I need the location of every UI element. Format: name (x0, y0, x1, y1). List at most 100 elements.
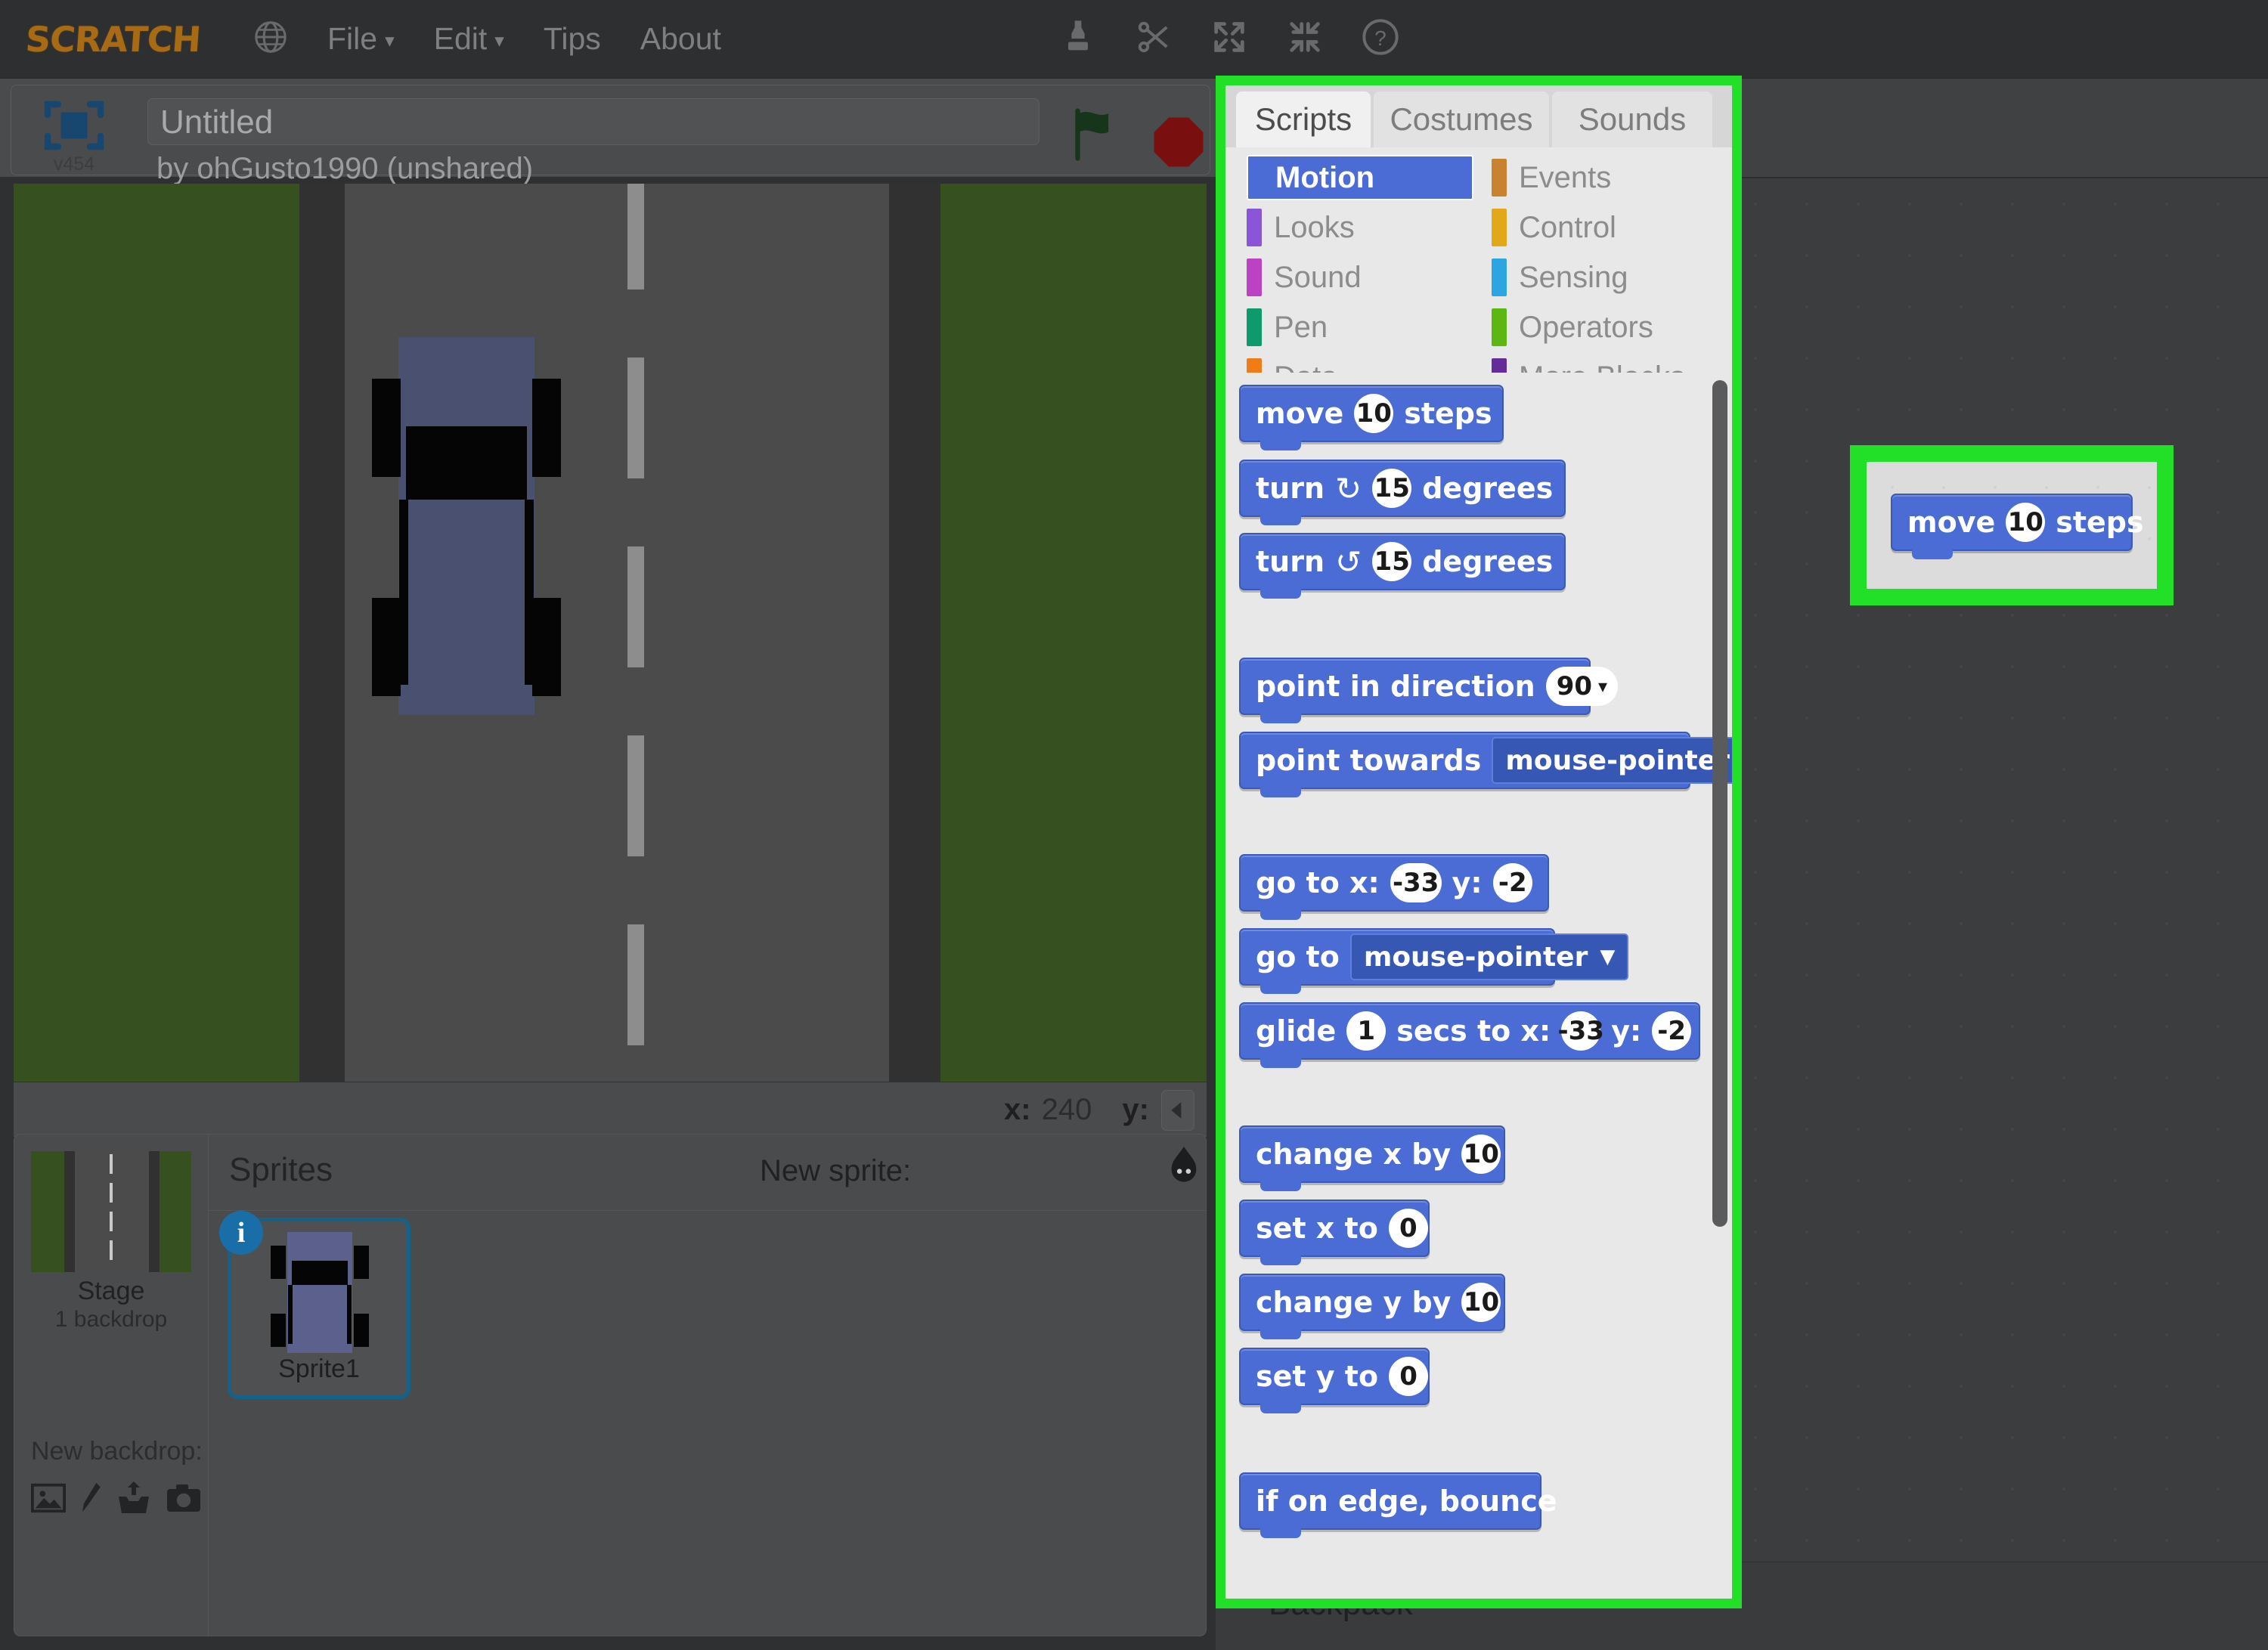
script-block-move-steps[interactable]: move 10 steps (1891, 494, 2144, 559)
palette-block-turn-right-degrees[interactable]: turn ↻ 15 degrees (1239, 460, 1566, 525)
menu-item-edit[interactable]: Edit ▾ (434, 21, 504, 57)
menu-item-tips[interactable]: Tips (544, 21, 601, 57)
tab-sounds[interactable]: Sounds (1552, 91, 1712, 147)
help-icon[interactable]: ? (1361, 17, 1400, 60)
lane-dash (627, 735, 644, 856)
green-flag-icon[interactable] (1070, 108, 1133, 165)
sprite-car[interactable] (372, 337, 561, 715)
chevron-down-icon: ▾ (1598, 676, 1608, 697)
block-select-value: mouse-pointer (1505, 745, 1730, 776)
block-label: move (1907, 506, 1996, 539)
block-label: go to (1256, 940, 1340, 974)
palette-block-change-x-by[interactable]: change x by 10 (1239, 1125, 1505, 1191)
stage-coordinate-readout: x: 240 y: 53 (14, 1082, 1207, 1137)
palette-block-set-x-to[interactable]: set x to 0 (1239, 1200, 1430, 1265)
block-number-input[interactable]: 15 (1372, 542, 1412, 581)
category-sound[interactable]: Sound (1247, 255, 1362, 300)
collapse-arrow-icon[interactable] (1161, 1090, 1194, 1131)
block-number-input[interactable]: 0 (1388, 1209, 1428, 1248)
top-menu-bar: SCRATCH File ▾ Edit ▾ Tips About ? (0, 0, 2268, 79)
block-label: glide (1256, 1014, 1337, 1048)
palette-block-glide-secs-to-xy[interactable]: glide 1 secs to x: -33 y: -2 (1239, 1002, 1700, 1068)
block-select-input[interactable]: mouse-pointer▼ (1349, 933, 1629, 980)
stage-thumbnail[interactable]: Stage 1 backdrop (31, 1151, 191, 1332)
palette-block-go-to-xy[interactable]: go to x: -33 y: -2 (1239, 854, 1549, 920)
category-pen-label: Pen (1274, 310, 1328, 344)
block-number-input[interactable]: 15 (1372, 469, 1412, 508)
palette-block-change-y-by[interactable]: change y by 10 (1239, 1274, 1505, 1339)
block-label: secs to x: (1396, 1014, 1551, 1048)
palette-block-go-to-target[interactable]: go to mouse-pointer ▼ (1239, 928, 1629, 994)
block-label: y: (1452, 866, 1483, 899)
category-pen[interactable]: Pen (1247, 305, 1328, 350)
block-number-input[interactable]: -33 (1390, 863, 1442, 902)
palette-scrollbar[interactable] (1712, 380, 1727, 1227)
category-operators-label: Operators (1519, 310, 1653, 344)
palette-block-if-on-edge-bounce[interactable]: if on edge, bounce (1239, 1472, 1557, 1538)
palette-block-move-steps[interactable]: move 10 steps (1239, 385, 1504, 450)
lane-dash (627, 358, 644, 478)
block-number-input[interactable]: -2 (1652, 1011, 1692, 1051)
turn-arrow-icon: ↻ (1335, 469, 1362, 507)
choose-sprite-icon[interactable] (1164, 1147, 1204, 1193)
block-number-input[interactable]: -2 (1492, 863, 1532, 902)
duplicate-stamp-icon[interactable] (1058, 17, 1098, 60)
block-notch (1260, 515, 1301, 525)
category-events-label: Events (1519, 160, 1612, 194)
block-number-input[interactable]: 10 (1354, 394, 1394, 433)
tab-scripts[interactable]: Scripts (1236, 91, 1371, 147)
block-number-input[interactable]: 10 (1461, 1283, 1501, 1322)
category-color-swatch (1492, 258, 1507, 296)
project-title-input[interactable]: Untitled (147, 98, 1040, 145)
globe-icon[interactable] (253, 20, 288, 58)
dragged-block-area[interactable]: move 10 steps (1867, 462, 2157, 589)
palette-block-point-towards[interactable]: point towards mouse-pointer▼ (1239, 732, 1732, 797)
upload-backdrop-icon[interactable] (116, 1481, 152, 1518)
sprite-list-item-sprite1[interactable]: i Sprite1 (219, 1211, 411, 1399)
palette-block-set-y-to[interactable]: set y to 0 (1239, 1348, 1430, 1413)
sprites-title: Sprites (229, 1151, 333, 1188)
category-color-swatch (1492, 308, 1507, 346)
palette-block-point-in-direction[interactable]: point in direction 90 ▾ (1239, 658, 1619, 723)
block-notch (1260, 1255, 1301, 1265)
menu-item-about-label: About (640, 21, 721, 56)
lane-dash (627, 546, 644, 667)
category-motion[interactable]: Motion (1247, 155, 1473, 200)
block-number-input[interactable]: 1 (1346, 1011, 1387, 1051)
shrink-icon[interactable] (1285, 17, 1325, 60)
menu-item-about[interactable]: About (640, 21, 721, 57)
palette-block-turn-left-degrees[interactable]: turn ↺ 15 degrees (1239, 533, 1566, 599)
tab-costumes[interactable]: Costumes (1374, 91, 1549, 147)
sprite-info-badge[interactable]: i (219, 1211, 263, 1255)
menu-item-tips-label: Tips (543, 21, 601, 56)
block-dropdown-input[interactable]: 90 ▾ (1545, 667, 1619, 706)
block-label: steps (2056, 506, 2144, 539)
stage[interactable] (14, 184, 1207, 1082)
category-sensing[interactable]: Sensing (1492, 255, 1628, 300)
category-control[interactable]: Control (1492, 205, 1616, 250)
category-looks[interactable]: Looks (1247, 205, 1355, 250)
category-events[interactable]: Events (1492, 155, 1611, 200)
block-number-input[interactable]: 10 (2006, 503, 2046, 542)
car-wheel (372, 379, 401, 477)
editor-tools: ? (1058, 0, 1400, 78)
menu-item-file[interactable]: File ▾ (327, 21, 395, 57)
block-list[interactable]: move 10 steps turn ↻ 15 degrees turn ↺ 15 degrees p… (1225, 373, 1732, 1599)
block-number-input[interactable]: 0 (1389, 1357, 1429, 1396)
category-control-label: Control (1519, 210, 1616, 244)
block-number-input[interactable]: -33 (1558, 1011, 1604, 1051)
paint-backdrop-icon[interactable] (79, 1481, 102, 1518)
category-looks-label: Looks (1274, 210, 1355, 244)
choose-backdrop-icon[interactable] (31, 1483, 66, 1517)
lane-dash (627, 924, 644, 1045)
block-notch (1260, 1404, 1301, 1413)
category-operators[interactable]: Operators (1492, 305, 1653, 350)
block-number-input[interactable]: 10 (1461, 1135, 1501, 1174)
camera-backdrop-icon[interactable] (166, 1483, 202, 1517)
cut-scissors-icon[interactable] (1134, 17, 1173, 60)
stop-sign-icon[interactable] (1149, 113, 1208, 172)
grow-icon[interactable] (1210, 17, 1249, 60)
scratch-logo[interactable]: SCRATCH (24, 19, 202, 60)
sprite-name-label: Sprite1 (278, 1354, 360, 1383)
block-select-input[interactable]: mouse-pointer▼ (1492, 737, 1732, 784)
